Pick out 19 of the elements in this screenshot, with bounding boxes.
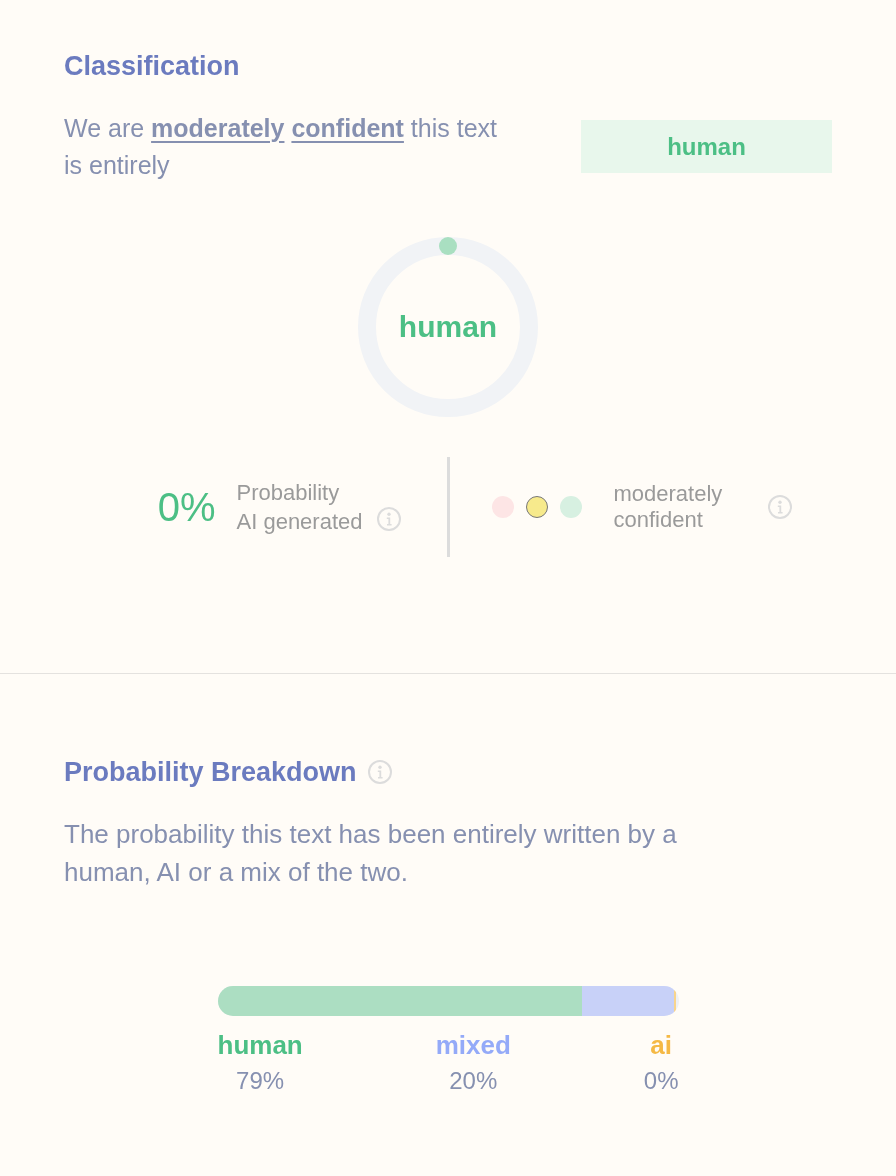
- info-icon[interactable]: [376, 507, 401, 531]
- category-label: ai: [650, 1030, 672, 1060]
- probability-label: Probability AI generated: [236, 479, 363, 536]
- category-label: human: [217, 1030, 303, 1060]
- result-badge: human: [581, 120, 832, 173]
- section-heading: Classification: [64, 50, 241, 82]
- category-percentage: 0%: [643, 1066, 679, 1096]
- gauge-label: human: [398, 310, 498, 344]
- summary-text: We are moderately confident this text is entirely: [64, 113, 498, 181]
- confidence-label: moderately confident: [613, 481, 723, 533]
- ai-percentage: 0%: [157, 484, 216, 530]
- category-label: mixed: [435, 1030, 511, 1060]
- category-percentage: 79%: [236, 1066, 285, 1096]
- category-percentage: 20%: [449, 1066, 498, 1096]
- gauge-marker-icon: [439, 237, 457, 255]
- description-text: The probability this text has been entirely written by a human, AI or a mix of the two.: [64, 818, 678, 889]
- info-icon[interactable]: [367, 760, 392, 784]
- section-heading: Probability Breakdown: [64, 756, 357, 788]
- info-icon[interactable]: [768, 495, 793, 519]
